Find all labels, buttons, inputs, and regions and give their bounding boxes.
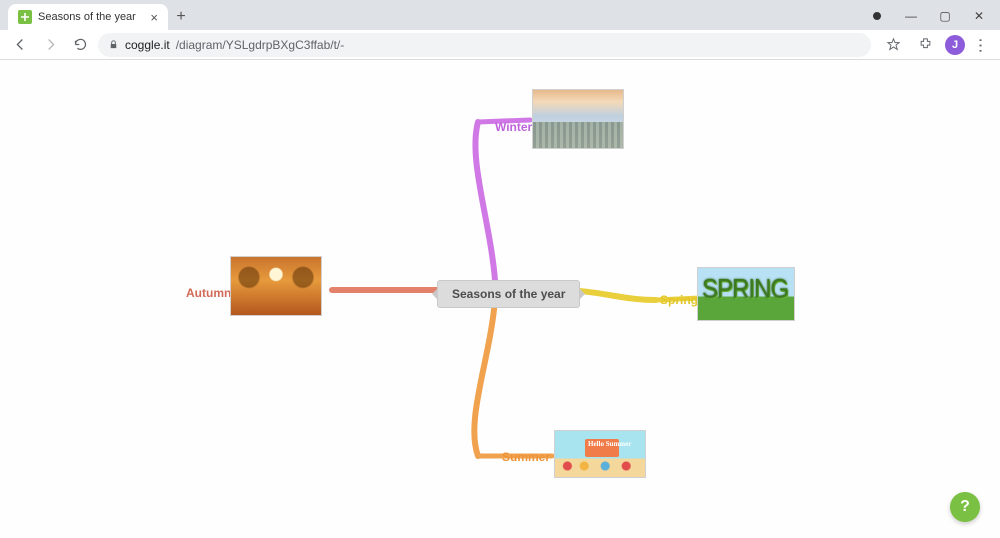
- center-node[interactable]: Seasons of the year: [437, 280, 580, 308]
- account-indicator-icon[interactable]: [860, 2, 894, 30]
- favicon-icon: [18, 10, 32, 24]
- node-image-summer[interactable]: Hello Summer: [554, 430, 646, 478]
- new-tab-button[interactable]: +: [168, 4, 194, 30]
- browser-tab-strip: Seasons of the year × + — ▢ ✕: [0, 0, 1000, 30]
- url-host: coggle.it: [125, 38, 170, 52]
- reload-button[interactable]: [68, 33, 92, 57]
- close-tab-icon[interactable]: ×: [150, 10, 158, 25]
- profile-avatar[interactable]: J: [945, 35, 965, 55]
- minimize-button[interactable]: —: [894, 2, 928, 30]
- node-label-autumn[interactable]: Autumn: [186, 286, 231, 300]
- nav-back-button[interactable]: [8, 33, 32, 57]
- window-controls: — ▢ ✕: [860, 2, 1000, 30]
- url-path: /diagram/YSLgdrpBXgC3ffab/t/-: [176, 38, 345, 52]
- node-label-summer[interactable]: Summer: [502, 450, 550, 464]
- help-button[interactable]: ?: [950, 492, 980, 522]
- diagram-canvas[interactable]: Seasons of the year Winter Autumn Spring…: [0, 60, 1000, 538]
- close-window-button[interactable]: ✕: [962, 2, 996, 30]
- node-label-spring[interactable]: Spring: [660, 293, 698, 307]
- node-image-spring[interactable]: SPRING: [697, 267, 795, 321]
- browser-tab[interactable]: Seasons of the year ×: [8, 4, 168, 30]
- node-image-winter[interactable]: [532, 89, 624, 149]
- maximize-button[interactable]: ▢: [928, 2, 962, 30]
- tab-title: Seasons of the year: [38, 11, 136, 23]
- url-field[interactable]: coggle.it/diagram/YSLgdrpBXgC3ffab/t/-: [98, 33, 871, 57]
- browser-menu-icon[interactable]: ⋯: [971, 37, 991, 52]
- extensions-icon[interactable]: [913, 33, 937, 57]
- summer-image-text: Hello Summer: [588, 440, 631, 448]
- nav-forward-button[interactable]: [38, 33, 62, 57]
- lock-icon: [108, 39, 119, 50]
- address-bar: coggle.it/diagram/YSLgdrpBXgC3ffab/t/- J…: [0, 30, 1000, 60]
- node-image-autumn[interactable]: [230, 256, 322, 316]
- star-bookmark-icon[interactable]: [881, 33, 905, 57]
- spring-image-text: SPRING: [702, 275, 788, 306]
- node-label-winter[interactable]: Winter: [495, 120, 532, 134]
